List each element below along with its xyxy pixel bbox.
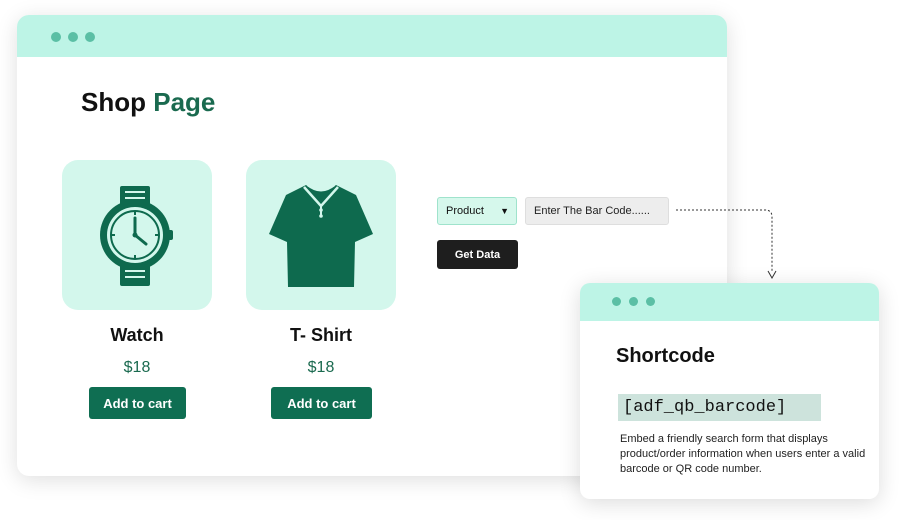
- page-title: Shop Page: [81, 87, 215, 118]
- window-dot: [629, 297, 638, 306]
- caret-down-icon: ▼: [500, 206, 509, 216]
- window-dot: [646, 297, 655, 306]
- window-dot: [85, 32, 95, 42]
- product-name: Watch: [110, 325, 164, 345]
- shortcode-card: Shortcode [adf_qb_barcode] Embed a frien…: [580, 283, 879, 499]
- get-data-button[interactable]: Get Data: [437, 240, 518, 269]
- page-title-accent: Page: [153, 87, 216, 117]
- search-type-select[interactable]: Product ▼: [437, 197, 517, 225]
- shortcode-description: Embed a friendly search form that displa…: [620, 433, 866, 475]
- barcode-input[interactable]: [525, 197, 669, 225]
- add-to-cart-button[interactable]: Add to cart: [89, 387, 186, 419]
- product-image-card[interactable]: [62, 160, 212, 310]
- product-name: T- Shirt: [290, 325, 352, 345]
- product-price: $18: [123, 359, 151, 376]
- page-title-main: Shop: [81, 87, 146, 117]
- window-dot: [68, 32, 78, 42]
- product-price: $18: [307, 359, 335, 376]
- window-dot: [51, 32, 61, 42]
- shortcode-title: Shortcode: [616, 345, 715, 367]
- search-type-value: Product: [446, 205, 484, 217]
- tshirt-icon: [269, 183, 373, 287]
- window-titlebar: [17, 15, 727, 57]
- product-image-card[interactable]: [246, 160, 396, 310]
- watch-icon: [100, 186, 173, 286]
- add-to-cart-button[interactable]: Add to cart: [271, 387, 372, 419]
- window-dot: [612, 297, 621, 306]
- shortcode-value: [adf_qb_barcode]: [618, 394, 821, 421]
- card-titlebar: [580, 283, 879, 321]
